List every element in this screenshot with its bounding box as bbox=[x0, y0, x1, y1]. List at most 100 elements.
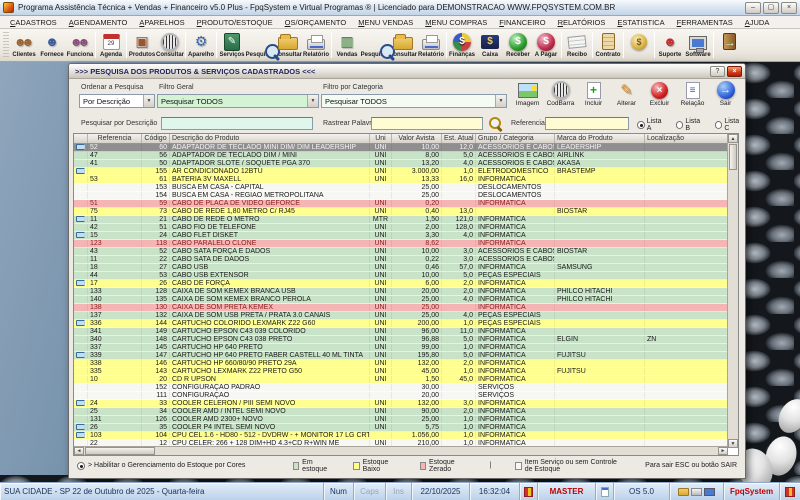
table-row[interactable]: 335 143 CARTUCHO LEXMARK Z22 PRETO G50 UNI 4… bbox=[74, 368, 738, 376]
help-button[interactable]: ? bbox=[710, 65, 725, 77]
toolbar-button-agenda[interactable]: 29 Agenda bbox=[97, 30, 125, 60]
table-row[interactable]: 25 34 COOLER AMD / INTEL SEMI NOVO UNI 90,00… bbox=[74, 408, 738, 416]
radio-lista-a[interactable]: Lista A bbox=[637, 118, 667, 132]
table-row[interactable]: 131 126 COOLER AMD 2300+ NOVO UNI 25,00 1,0 IN… bbox=[74, 416, 738, 424]
menu-item-menu-compras[interactable]: MENU COMPRAS bbox=[419, 18, 493, 27]
scroll-thumb[interactable] bbox=[729, 144, 737, 170]
table-row[interactable]: 75 73 CABO DE REDE 1,80 METRO C/ RJ45 UNI 0,… bbox=[74, 208, 738, 216]
table-row[interactable]: 153 BUSCA EM CASA - CAPITAL 25,00 DESLOCAME… bbox=[74, 184, 738, 192]
column-header-co-digo[interactable]: Código bbox=[142, 134, 170, 143]
menu-item-aparelhos[interactable]: APARELHOS bbox=[133, 18, 190, 27]
toolbar-button-caixa[interactable]: $ Caixa bbox=[476, 30, 504, 60]
scroll-left-button[interactable]: ◄ bbox=[74, 447, 84, 455]
table-row[interactable]: 336 144 CARTUCHO COLORIDO LEXMARK Z22 G60 U… bbox=[74, 320, 738, 328]
column-header-descric-a-o-do-produto[interactable]: Descrição do Produto bbox=[170, 134, 370, 143]
menu-item-financeiro[interactable]: FINANCEIRO bbox=[493, 18, 551, 27]
table-row[interactable]: 152 CONFIGURAÇAO PADRAO 30,00 SERVIÇOS bbox=[74, 384, 738, 392]
table-row[interactable]: 10 20 CD R UPSON UNI 1,50 45,0 INFORMATICA bbox=[74, 376, 738, 384]
table-row[interactable]: 53 61 BATERIA 3V MAXELL UNI 13,33 16,0 INFORMA… bbox=[74, 176, 738, 184]
table-row[interactable]: 52 60 ADAPTADOR DE TECLADO MINI DIM/ DIM L… bbox=[74, 144, 738, 152]
toolbar-button-receber[interactable]: $ Receber bbox=[504, 30, 532, 60]
table-row[interactable]: 155 AR CONDICIONADO 12BTU UNI 3.000,00 1,0 EL… bbox=[74, 168, 738, 176]
enable-stock-colors-radio[interactable]: > Habilitar o Gerenciamento do Estoque p… bbox=[77, 461, 293, 470]
menu-item-os-orc-amento[interactable]: OS/ORÇAMENTO bbox=[279, 18, 353, 27]
toolbar-button-pesquisar[interactable]: Pesquisar bbox=[361, 30, 395, 60]
codbarra-button[interactable]: CodBarra bbox=[546, 80, 575, 108]
table-row[interactable]: 154 BUSCA EM CASA - REGIAO METROPOLITANA 2… bbox=[74, 192, 738, 200]
toolbar-button-relato-rio[interactable]: Relatório bbox=[417, 30, 445, 60]
toolbar-button-coin[interactable]: $ bbox=[625, 30, 653, 60]
menu-item-produto-estoque[interactable]: PRODUTO/ESTOQUE bbox=[191, 18, 279, 27]
toolbar-button-consultar[interactable]: Consultar bbox=[156, 30, 184, 60]
toolbar-button-funciona[interactable]: ☻☻ Funciona bbox=[66, 30, 94, 60]
scroll-right-button[interactable]: ► bbox=[718, 447, 728, 455]
column-header-grupo-categoria[interactable]: Grupo / Categoria bbox=[476, 134, 555, 143]
toolbar-button-produtos[interactable]: ▣ Produtos bbox=[128, 30, 156, 60]
table-row[interactable]: 26 35 COOLER P4 INTEL SEMI NOVO UNI 5,75 1,0 I… bbox=[74, 424, 738, 432]
table-row[interactable]: 17 26 CABO DE FORÇA UNI 6,00 2,0 INFORMATICA bbox=[74, 280, 738, 288]
table-row[interactable]: 42 51 CABO FIO DE TELEFONE UNI 2,00 128,0 INFO… bbox=[74, 224, 738, 232]
chevron-down-icon[interactable]: ▼ bbox=[495, 95, 506, 107]
toolbar-button-suporte[interactable]: ☻ Suporte bbox=[656, 30, 684, 60]
table-row[interactable]: 24 33 COOLER CELERON / PIII SEMI NOVO UNI 13… bbox=[74, 400, 738, 408]
table-row[interactable]: 341 149 CARTUCHO EPSON C43 039 COLORIDO UNI… bbox=[74, 328, 738, 336]
printer-icon[interactable] bbox=[691, 487, 702, 496]
sair-button[interactable]: → Sair bbox=[711, 80, 740, 108]
search-window-titlebar[interactable]: >>> PESQUISA DOS PRODUTOS & SERVIÇOS CAD… bbox=[69, 64, 745, 79]
chevron-down-icon[interactable]: ▼ bbox=[307, 95, 318, 107]
relac-a-o-button[interactable]: ≡ Relação bbox=[678, 80, 707, 108]
table-row[interactable]: 51 59 CABO DE PLACA DE VIDEO GEFORCE UNI 0,2… bbox=[74, 200, 738, 208]
monitor-icon[interactable] bbox=[704, 487, 715, 496]
table-row[interactable]: 18 27 CABO USB UNI 0,46 57,0 INFORMATICA SAMSUN… bbox=[74, 264, 738, 272]
search-magnifier-icon[interactable] bbox=[489, 117, 503, 131]
column-header-valor-avista[interactable]: Valor Avista bbox=[392, 134, 442, 143]
toolbar-button-recibo[interactable]: Recibo bbox=[563, 30, 591, 60]
menu-item-menu-vendas[interactable]: MENU VENDAS bbox=[352, 18, 419, 27]
minimize-button[interactable]: – bbox=[745, 1, 761, 14]
menu-item-ajuda[interactable]: AJUDA bbox=[739, 18, 776, 27]
menu-item-ferramentas[interactable]: FERRAMENTAS bbox=[671, 18, 739, 27]
menu-item-agendamento[interactable]: AGENDAMENTO bbox=[63, 18, 134, 27]
table-row[interactable]: 44 53 CABO USB EXTENSOR UNI 10,00 5,0 PEÇAS ES… bbox=[74, 272, 738, 280]
toolbar-button-fornece[interactable]: ☻ Fornece bbox=[38, 30, 66, 60]
table-row[interactable]: 337 145 CARTUCHO HP 640 PRETO UNI 99,00 1,0 IN… bbox=[74, 344, 738, 352]
toolbar-button-vendas[interactable]: ▥ Vendas bbox=[333, 30, 361, 60]
category-filter-select[interactable]: Pesquisar TODOS ▼ bbox=[321, 94, 507, 108]
close-button[interactable]: × bbox=[781, 1, 797, 14]
alterar-button[interactable]: ✎ Alterar bbox=[612, 80, 641, 108]
incluir-button[interactable]: + Incluir bbox=[579, 80, 608, 108]
toolbar-button-clientes[interactable]: ☻☻ Clientes bbox=[10, 30, 38, 60]
toolbar-button-servic-os[interactable]: ✎ Serviços bbox=[218, 30, 246, 60]
table-row[interactable]: 47 56 ADAPTADOR DE TECLADO DIM / MINI UNI 8,… bbox=[74, 152, 738, 160]
column-header-referencia[interactable]: Referencia bbox=[88, 134, 142, 143]
reference-input[interactable] bbox=[545, 117, 629, 130]
imagem-button[interactable]: Imagem bbox=[513, 80, 542, 108]
table-row[interactable]: 11 21 CABO DE REDE O METRO MTR 1,50 121,0 INFO… bbox=[74, 216, 738, 224]
scroll-up-button[interactable]: ▲ bbox=[728, 134, 738, 143]
folder-icon[interactable] bbox=[678, 487, 689, 496]
order-filter-select[interactable]: Por Descrição ▼ bbox=[79, 94, 155, 108]
hscroll-thumb[interactable] bbox=[85, 447, 155, 455]
table-row[interactable]: 11 22 CABO SATA DE DADOS UNI 0,22 3,0 ACESSORI… bbox=[74, 256, 738, 264]
search-description-input[interactable] bbox=[161, 117, 313, 130]
table-row[interactable]: 138 130 CAIXA DE SOM PRETA KEMEX UNI 25,00 IN… bbox=[74, 304, 738, 312]
column-header-est-atual[interactable]: Est. Atual bbox=[442, 134, 476, 143]
menu-item-cadastros[interactable]: CADASTROS bbox=[4, 18, 63, 27]
table-row[interactable]: 338 146 CARTUCHO HP 660/80/90 PRETO 29A UNI… bbox=[74, 360, 738, 368]
scroll-down-button[interactable]: ▼ bbox=[728, 439, 738, 448]
menu-item-estatistica[interactable]: ESTATISTICA bbox=[611, 18, 670, 27]
table-row[interactable]: 133 128 CAIXA DE SOM KEMEX BRANCA USB UNI 20… bbox=[74, 288, 738, 296]
toolbar-button-exit-door[interactable]: → bbox=[715, 30, 743, 60]
table-row[interactable]: 43 52 CABO SATA FORÇA E DADOS UNI 10,00 3,0 AC… bbox=[74, 248, 738, 256]
close-search-window-button[interactable]: × bbox=[727, 65, 742, 77]
column-header-uni[interactable]: Uni bbox=[370, 134, 392, 143]
toolbar-button-financ-as[interactable]: $ Finanças bbox=[448, 30, 476, 60]
table-row[interactable]: 339 147 CARTUCHO HP 640 PRETO FABER CASTEL… bbox=[74, 352, 738, 360]
table-row[interactable]: 15 24 CABO FLET DISKET UNI 3,30 4,0 INFORMATIC… bbox=[74, 232, 738, 240]
table-row[interactable]: 137 132 CAIXA DE SOM USB PRETA / PRATA 3.0… bbox=[74, 312, 738, 320]
toolbar-button-contrato[interactable]: Contrato bbox=[594, 30, 622, 60]
track-words-input[interactable] bbox=[371, 117, 483, 130]
toolbar-button-relato-rio[interactable]: Relatório bbox=[302, 30, 330, 60]
toolbar-button-a-pagar[interactable]: $ A Pagar bbox=[532, 30, 560, 60]
toolbar-button-aparelho[interactable]: ⚙ Aparelho bbox=[187, 30, 215, 60]
